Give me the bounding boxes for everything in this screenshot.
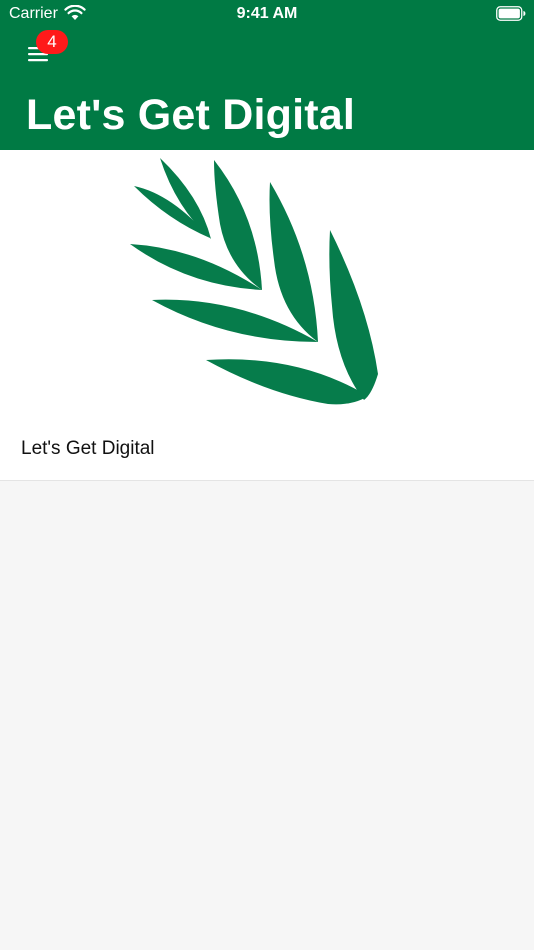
list-item-title: Let's Get Digital xyxy=(21,438,155,459)
page-title: Let's Get Digital xyxy=(26,91,356,139)
leaf-logo-icon xyxy=(130,158,378,405)
status-bar: Carrier 9:41 AM xyxy=(0,0,534,28)
notification-badge: 4 xyxy=(36,30,68,54)
status-time: 9:41 AM xyxy=(236,5,298,22)
nav-header: Carrier 9:41 AM 4 Let's Get Digital xyxy=(0,0,534,150)
battery-icon xyxy=(496,6,526,21)
list-item[interactable]: Let's Get Digital xyxy=(0,150,534,481)
